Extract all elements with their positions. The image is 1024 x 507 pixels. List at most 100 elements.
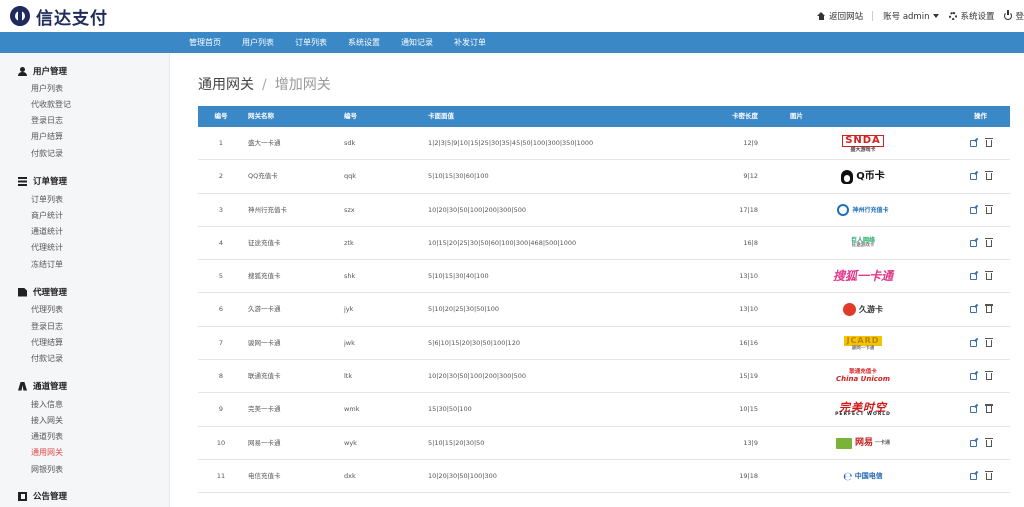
penguin-icon xyxy=(841,169,854,184)
nav-item-users[interactable]: 用户列表 xyxy=(242,32,274,53)
trash-icon[interactable] xyxy=(985,404,993,414)
road-icon xyxy=(18,381,27,391)
nav-item-orders[interactable]: 订单列表 xyxy=(295,32,327,53)
nav-item-home[interactable]: 管理首页 xyxy=(189,32,221,53)
sidebar-item-access-info[interactable]: 接入信息 xyxy=(31,399,63,411)
cell-card-length: 16|8 xyxy=(743,238,758,247)
cell-code: jyk xyxy=(344,305,354,314)
cell-code: ztk xyxy=(344,238,354,247)
sidebar-item-channel-list[interactable]: 通道列表 xyxy=(31,431,63,443)
top-right-menu: 返回网站 账号 admin 系统设置 登 xyxy=(807,9,1024,23)
sidebar-item-bank-list[interactable]: 网银列表 xyxy=(31,464,63,476)
sidebar-section-title: 用户管理 xyxy=(33,67,68,77)
edit-icon[interactable] xyxy=(970,472,977,480)
cell-card-length: 10|15 xyxy=(739,405,758,414)
trash-icon[interactable] xyxy=(985,470,993,480)
card-logo-netease: 网易 一卡通 xyxy=(835,433,890,453)
sidebar-section-announcements[interactable]: 公告管理 xyxy=(18,489,67,503)
cell-id: 2 xyxy=(218,172,224,181)
sidebar-section-orders[interactable]: 订单管理 xyxy=(18,174,67,188)
sidebar-item-agent-login-log[interactable]: 登录日志 xyxy=(31,321,63,333)
cell-id: 4 xyxy=(218,238,224,247)
cell-actions xyxy=(970,260,994,293)
back-to-site-link[interactable]: 返回网站 xyxy=(817,10,863,22)
column-header-actions: 操作 xyxy=(974,112,987,120)
sidebar-item-frozen-orders[interactable]: 冻结订单 xyxy=(31,259,63,271)
sidebar-section-channels[interactable]: 通道管理 xyxy=(18,379,67,393)
edit-icon[interactable] xyxy=(970,273,977,281)
card-logo-jw: JCARD 骏网一卡通 xyxy=(843,333,883,353)
logout-link[interactable]: 登 xyxy=(1004,10,1024,22)
card-icon xyxy=(835,437,852,449)
trash-icon[interactable] xyxy=(985,138,993,147)
sidebar-section-users[interactable]: 用户管理 xyxy=(18,64,67,78)
trash-icon[interactable] xyxy=(985,204,993,214)
edit-icon[interactable] xyxy=(970,439,977,447)
edit-icon[interactable] xyxy=(970,239,977,247)
cell-denominations: 10|20|30|50|100|300 xyxy=(428,471,497,480)
sidebar-item-collection-register[interactable]: 代收款登记 xyxy=(31,99,71,111)
edit-icon[interactable] xyxy=(970,173,977,181)
nav-item-resend-orders[interactable]: 补发订单 xyxy=(454,32,486,53)
trash-icon[interactable] xyxy=(985,337,993,347)
cell-denominations: 5|10|20|25|30|50|100 xyxy=(428,305,500,314)
cell-card-length: 13|10 xyxy=(739,305,758,314)
cell-name: 电信充值卡 xyxy=(248,471,281,480)
cell-id: 8 xyxy=(218,372,224,381)
sidebar-item-access-gateway[interactable]: 接入网关 xyxy=(31,415,63,427)
cell-name: 神州行充值卡 xyxy=(248,205,287,214)
column-header-id: 编号 xyxy=(214,112,228,120)
trash-icon[interactable] xyxy=(985,237,993,247)
sidebar-item-channel-stats[interactable]: 通道统计 xyxy=(31,226,63,238)
cell-id: 9 xyxy=(218,405,224,414)
settings-label: 系统设置 xyxy=(960,12,995,22)
sidebar-item-agent-settlement[interactable]: 代理结算 xyxy=(31,337,63,349)
table-row: 2 QQ充值卡 qqk 5|10|15|30|60|100 9|12 Q币卡 xyxy=(198,160,1010,194)
logo[interactable]: 信达支付 xyxy=(10,6,108,29)
cell-denominations: 15|30|50|100 xyxy=(428,405,472,414)
settings-link[interactable]: 系统设置 xyxy=(949,10,994,22)
edit-icon[interactable] xyxy=(970,339,977,347)
sidebar-item-user-settlement[interactable]: 用户结算 xyxy=(31,131,63,143)
cell-id: 10 xyxy=(216,438,226,447)
nav-item-notifications[interactable]: 通知记录 xyxy=(401,32,433,53)
sidebar-section-agents[interactable]: 代理管理 xyxy=(18,285,67,299)
sidebar-item-merchant-stats[interactable]: 商户统计 xyxy=(31,210,63,222)
sidebar-item-agent-stats[interactable]: 代理统计 xyxy=(31,242,63,254)
sidebar-item-order-list[interactable]: 订单列表 xyxy=(31,194,63,206)
edit-icon[interactable] xyxy=(970,140,977,147)
sidebar-item-common-gateway[interactable]: 通用网关 xyxy=(31,447,63,459)
edit-icon[interactable] xyxy=(970,406,977,414)
column-header-card-length: 卡密长度 xyxy=(732,112,758,120)
nav-item-settings[interactable]: 系统设置 xyxy=(348,32,380,53)
edit-icon[interactable] xyxy=(970,206,977,214)
account-label: 账号 admin xyxy=(883,12,930,22)
sidebar-item-agent-payment-records[interactable]: 付款记录 xyxy=(31,353,63,365)
trash-icon[interactable] xyxy=(985,437,993,447)
card-logo-telecom: ℮ 中国电信 xyxy=(843,466,882,486)
account-dropdown[interactable]: 账号 admin xyxy=(883,10,940,22)
cell-id: 11 xyxy=(216,471,226,480)
edit-icon[interactable] xyxy=(970,306,977,314)
sidebar-item-agent-list[interactable]: 代理列表 xyxy=(31,304,63,316)
cell-actions xyxy=(970,460,994,493)
cell-denominations: 1|2|3|5|9|10|15|25|30|35|45|50|100|300|3… xyxy=(428,139,594,147)
sidebar-item-user-list[interactable]: 用户列表 xyxy=(31,83,63,95)
cell-name: 联通充值卡 xyxy=(248,372,281,381)
sidebar-item-payment-records[interactable]: 付款记录 xyxy=(31,148,63,160)
trash-icon[interactable] xyxy=(985,371,993,381)
edit-icon[interactable] xyxy=(970,373,977,381)
cell-card-length: 15|19 xyxy=(739,372,758,381)
sidebar-item-login-log[interactable]: 登录日志 xyxy=(31,115,63,127)
trash-icon[interactable] xyxy=(985,271,993,281)
breadcrumb-separator: / xyxy=(262,77,267,93)
breadcrumb: 通用网关 / 增加网关 xyxy=(198,74,331,94)
table-row: 9 完美一卡通 wmk 15|30|50|100 10|15 完美时空 PERFECT WO… xyxy=(198,393,1010,427)
globe-icon xyxy=(837,204,850,217)
cell-card-length: 17|18 xyxy=(739,205,758,214)
card-logo-perfect-world: 完美时空 PERFECT WORLD xyxy=(835,401,891,418)
cell-id: 7 xyxy=(218,338,224,347)
trash-icon[interactable] xyxy=(985,171,993,181)
trash-icon[interactable] xyxy=(985,304,993,314)
breadcrumb-parent[interactable]: 通用网关 xyxy=(198,77,254,93)
